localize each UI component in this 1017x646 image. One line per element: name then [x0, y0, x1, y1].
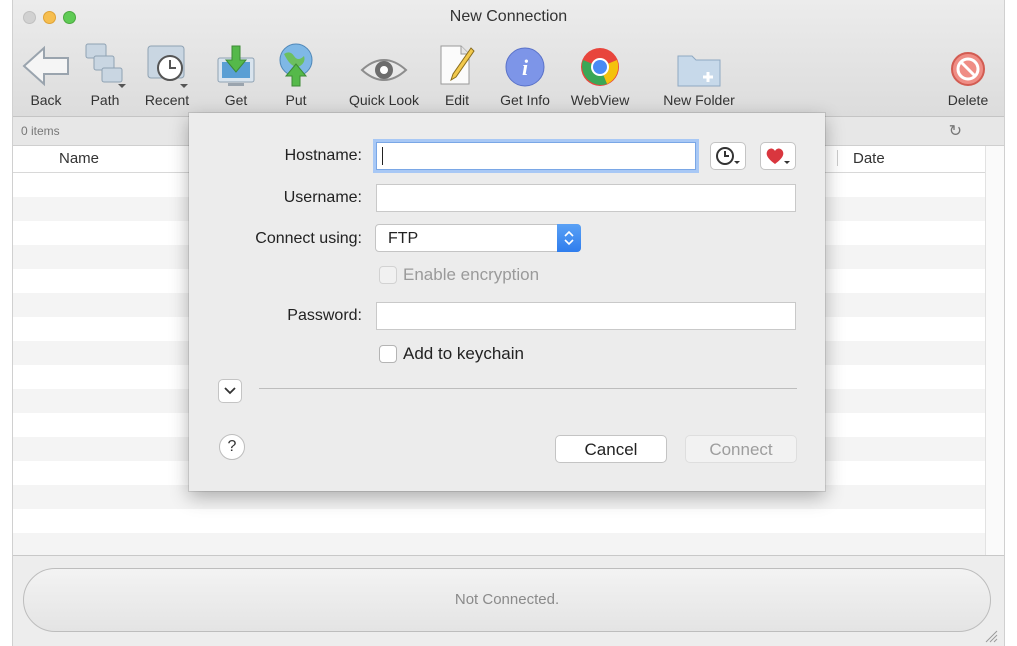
new-folder-icon [677, 55, 721, 87]
bottom-status-bar: Not Connected. [13, 555, 1004, 646]
edit-pencil-icon [440, 45, 475, 85]
protocol-select-value: FTP [388, 230, 419, 247]
updown-chevron-icon [557, 224, 581, 252]
chevron-down-icon [224, 387, 236, 395]
toolbar-back-button[interactable]: Back [19, 38, 73, 108]
toolbar-quick-look-label: Quick Look [348, 92, 420, 108]
toolbar-recent-label: Recent [144, 92, 190, 108]
toolbar-delete-label: Delete [947, 92, 989, 108]
password-input[interactable] [376, 302, 796, 330]
toolbar-back-label: Back [30, 92, 62, 108]
connect-using-label: Connect using: [255, 230, 362, 247]
disclosure-button[interactable] [218, 379, 242, 403]
protocol-select[interactable]: FTP [375, 224, 581, 252]
column-date-header[interactable]: Date [853, 150, 885, 167]
refresh-icon[interactable]: ↻ [949, 121, 962, 141]
text-caret [382, 147, 383, 165]
hostname-label: Hostname: [284, 147, 362, 164]
info-icon: i [505, 47, 545, 87]
password-label: Password: [287, 307, 362, 324]
toolbar-new-folder-label: New Folder [663, 92, 735, 108]
chrome-icon [581, 48, 619, 86]
favorites-button[interactable] [760, 142, 796, 170]
toolbar-put-button[interactable]: Put [271, 38, 321, 108]
column-separator [837, 150, 838, 166]
hostname-input[interactable] [376, 142, 696, 170]
clock-icon [716, 147, 740, 165]
toolbar-path-label: Path [90, 92, 120, 108]
back-arrow-icon [22, 45, 69, 87]
toolbar-recent-button[interactable]: Recent [139, 38, 195, 108]
enable-encryption-label: Enable encryption [403, 265, 540, 284]
add-to-keychain-label: Add to keychain [403, 344, 524, 363]
toolbar-webview-button[interactable]: WebView [565, 38, 635, 108]
toolbar-webview-label: WebView [570, 92, 630, 108]
toolbar-new-folder-button[interactable]: New Folder [653, 38, 745, 108]
toolbar-delete-button[interactable]: Delete [939, 38, 997, 108]
delete-icon [951, 52, 985, 86]
add-to-keychain-checkbox[interactable] [379, 345, 397, 363]
username-input[interactable] [376, 184, 796, 212]
toolbar-quick-look-button[interactable]: Quick Look [341, 38, 427, 108]
toolbar-edit-button[interactable]: Edit [437, 38, 477, 108]
recent-hosts-button[interactable] [710, 142, 746, 170]
download-icon [217, 45, 255, 86]
divider [259, 388, 797, 389]
titlebar-toolbar: New Connection Back Path Recent Get Put … [13, 0, 1004, 117]
toolbar-get-button[interactable]: Get [211, 38, 261, 108]
upload-globe-icon [279, 43, 313, 87]
path-icon [85, 43, 126, 88]
connect-button[interactable]: Connect [685, 435, 797, 463]
connection-status-text: Not Connected. [454, 591, 560, 608]
new-connection-sheet: Hostname: Username: Connect using: FTP E… [189, 113, 825, 491]
eye-icon [360, 59, 408, 81]
toolbar-get-info-label: Get Info [500, 92, 550, 108]
cancel-button[interactable]: Cancel [555, 435, 667, 463]
help-button[interactable]: ? [219, 434, 245, 460]
vertical-scrollbar[interactable] [985, 146, 1004, 555]
heart-icon [766, 148, 790, 164]
connection-status-pill: Not Connected. [23, 568, 991, 632]
recent-icon [147, 45, 188, 88]
items-count: 0 items [21, 124, 60, 138]
svg-text:i: i [522, 55, 529, 80]
toolbar-get-info-button[interactable]: i Get Info [493, 38, 557, 108]
username-label: Username: [283, 189, 362, 206]
enable-encryption-checkbox[interactable] [379, 266, 397, 284]
toolbar-path-button[interactable]: Path [79, 38, 131, 108]
toolbar-edit-label: Edit [444, 92, 470, 108]
toolbar-put-label: Put [285, 92, 307, 108]
column-name-header[interactable]: Name [59, 150, 99, 167]
toolbar-get-label: Get [224, 92, 248, 108]
window-title: New Connection [449, 8, 568, 25]
resize-grip-icon[interactable] [984, 629, 998, 643]
